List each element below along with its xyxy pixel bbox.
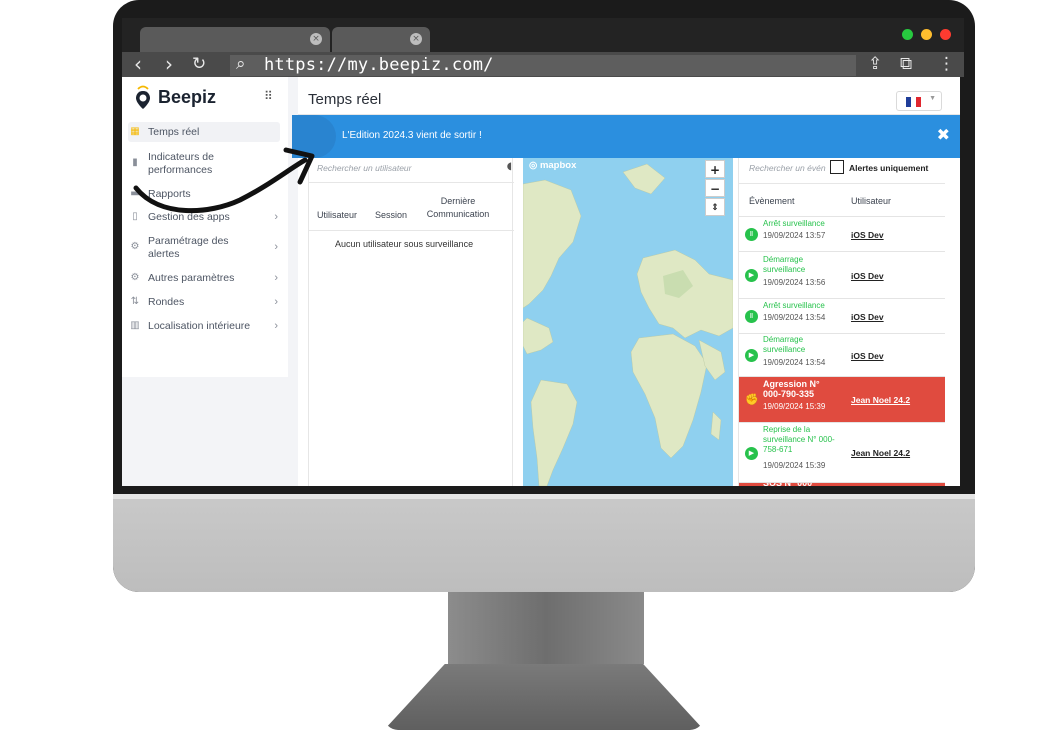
pointer-arrow bbox=[133, 147, 315, 214]
desktop-monitor-illustration: × × ‹ › ↻ ⌕ https://my.beepiz.com/ ⇪ ⧉ ⋮… bbox=[0, 0, 1050, 750]
